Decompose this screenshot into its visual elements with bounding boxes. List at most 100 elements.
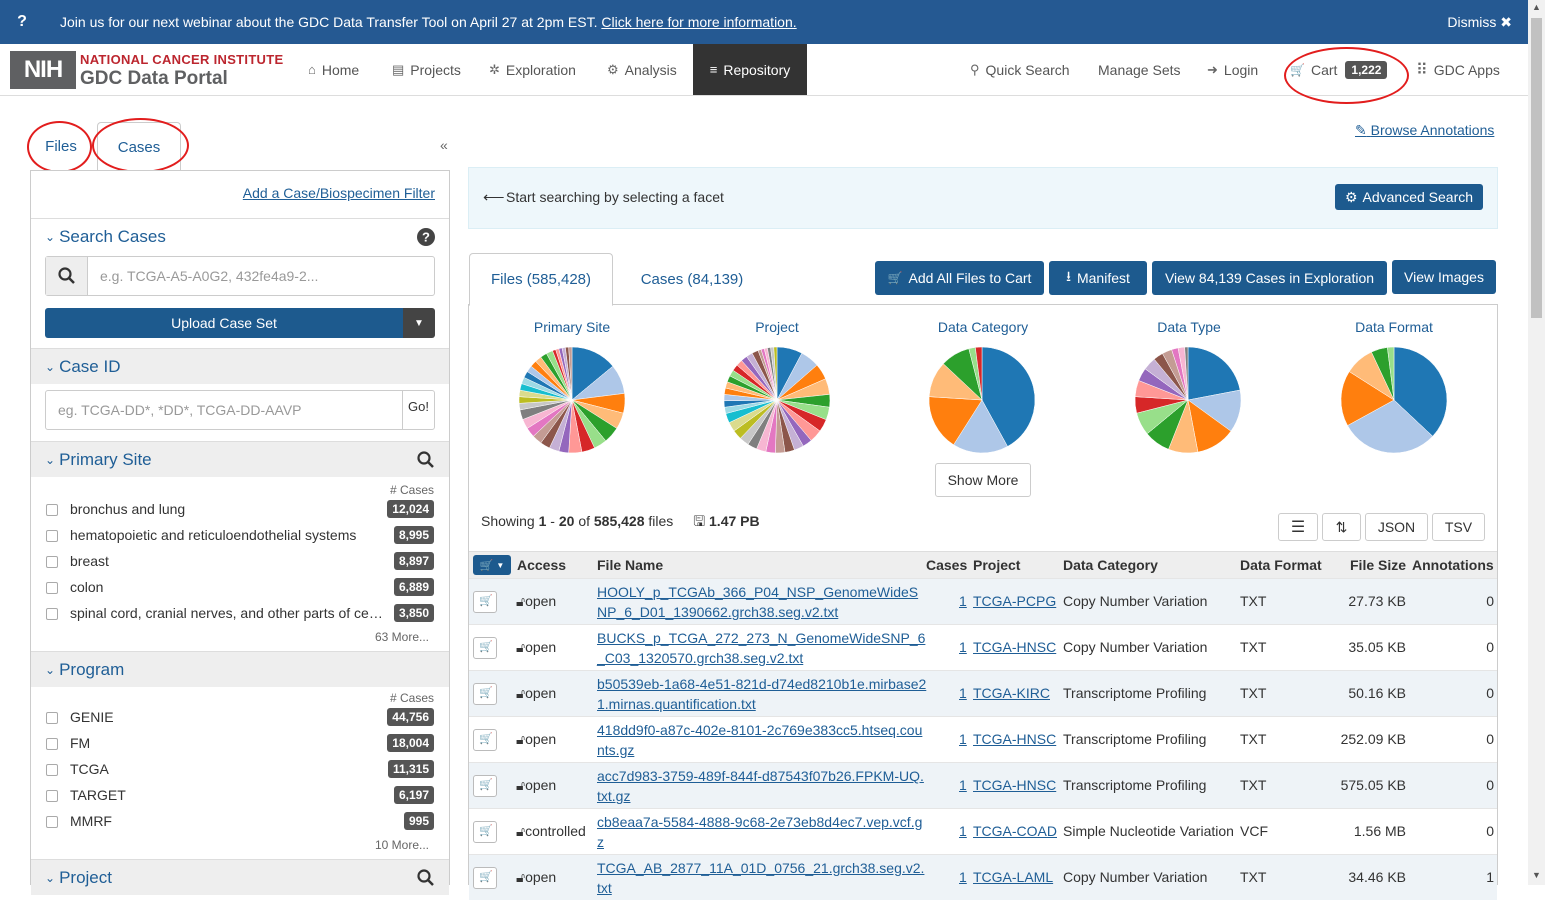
search-icon[interactable] — [417, 869, 435, 887]
advanced-search-button[interactable]: ⚙ Advanced Search — [1335, 184, 1483, 210]
program-header[interactable]: ⌄ Program — [31, 651, 449, 687]
view-images-button[interactable]: View Images — [1392, 260, 1496, 294]
facet-label[interactable]: TARGET — [70, 787, 126, 803]
column-cases[interactable]: Cases — [926, 557, 967, 573]
tsv-export-button[interactable]: TSV — [1432, 513, 1485, 541]
project-header[interactable]: ⌄ Project — [31, 859, 449, 895]
browse-annotations-link[interactable]: ✎ Browse Annotations — [1355, 122, 1494, 139]
cases-count-link[interactable]: 1 — [959, 777, 967, 793]
facet-checkbox[interactable] — [46, 712, 58, 724]
facet-checkbox[interactable] — [46, 816, 58, 828]
nav-exploration[interactable]: ✲ Exploration — [489, 44, 576, 95]
cases-count-link[interactable]: 1 — [959, 869, 967, 885]
facet-label[interactable]: spinal cord, cranial nerves, and other p… — [70, 605, 383, 621]
facet-label[interactable]: FM — [70, 735, 90, 751]
upload-dropdown-toggle[interactable]: ▼ — [403, 308, 435, 338]
file-name-link[interactable]: acc7d983-3759-489f-844f-d87543f07b26.FPK… — [597, 766, 927, 806]
project-link[interactable]: TCGA-HNSC — [973, 639, 1056, 655]
scroll-up-icon[interactable]: ▲ — [1532, 2, 1541, 12]
quick-search-link[interactable]: ⚲ Quick Search — [970, 44, 1070, 95]
file-name-link[interactable]: 418dd9f0-a87c-402e-8101-2c769e383cc5.hts… — [597, 720, 927, 760]
columns-toggle-button[interactable]: ☰ — [1278, 513, 1318, 541]
facet-checkbox[interactable] — [46, 530, 58, 542]
add-to-cart-button[interactable]: 🛒 — [473, 867, 497, 889]
banner-link[interactable]: Click here for more information. — [601, 14, 796, 30]
facet-label[interactable]: MMRF — [70, 813, 112, 829]
pie-charts[interactable] — [469, 340, 1497, 460]
facet-checkbox[interactable] — [46, 582, 58, 594]
scroll-down-icon[interactable]: ▼ — [1532, 870, 1541, 880]
search-icon[interactable] — [417, 451, 435, 469]
scrollbar-thumb[interactable] — [1531, 18, 1542, 318]
project-link[interactable]: TCGA-COAD — [973, 823, 1057, 839]
case-id-input[interactable]: eg. TCGA-DD*, *DD*, TCGA-DD-AAVP — [45, 390, 403, 430]
file-name-link[interactable]: BUCKS_p_TCGA_272_273_N_GenomeWideSNP_6_C… — [597, 628, 927, 668]
gdc-apps-link[interactable]: ⠿ GDC Apps — [1416, 44, 1500, 95]
file-name-link[interactable]: TCGA_AB_2877_11A_01D_0756_21.grch38.seg.… — [597, 858, 927, 898]
add-all-files-button[interactable]: 🛒 Add All Files to Cart — [875, 261, 1044, 295]
column-file-size[interactable]: File Size — [1350, 557, 1406, 573]
file-name-link[interactable]: HOOLY_p_TCGAb_366_P04_NSP_GenomeWideSNP_… — [597, 582, 927, 622]
facet-label[interactable]: GENIE — [70, 709, 114, 725]
go-button[interactable]: Go! — [402, 390, 435, 430]
facet-checkbox[interactable] — [46, 764, 58, 776]
nih-logo[interactable]: NIH — [10, 51, 76, 89]
facet-label[interactable]: bronchus and lung — [70, 501, 185, 517]
facet-checkbox[interactable] — [46, 608, 58, 620]
facet-label[interactable]: breast — [70, 553, 109, 569]
manifest-button[interactable]: ⭳ Manifest — [1049, 261, 1147, 295]
project-link[interactable]: TCGA-HNSC — [973, 777, 1056, 793]
dismiss-button[interactable]: Dismiss ✖ — [1447, 14, 1512, 31]
add-to-cart-button[interactable]: 🛒 — [473, 821, 497, 843]
sort-button[interactable]: ⇅ — [1322, 513, 1361, 541]
program-more-link[interactable]: 10 More... — [375, 838, 429, 852]
facet-checkbox[interactable] — [46, 738, 58, 750]
file-name-link[interactable]: cb8eaa7a-5584-4888-9c68-2e73eb8d4ec7.vep… — [597, 812, 927, 852]
column-data-format[interactable]: Data Format — [1240, 557, 1322, 573]
view-cases-exploration-button[interactable]: View 84,139 Cases in Exploration — [1152, 261, 1387, 295]
cases-count-link[interactable]: 1 — [959, 593, 967, 609]
add-to-cart-button[interactable]: 🛒 — [473, 683, 497, 705]
facet-checkbox[interactable] — [46, 504, 58, 516]
nav-repository[interactable]: ≡ Repository — [693, 44, 807, 95]
project-link[interactable]: TCGA-PCPG — [973, 593, 1056, 609]
column-annotations[interactable]: Annotations — [1412, 557, 1494, 573]
facet-label[interactable]: colon — [70, 579, 103, 595]
cart-select-dropdown[interactable]: 🛒 ▼ — [473, 555, 511, 575]
column-project[interactable]: Project — [973, 557, 1020, 573]
collapse-sidebar-icon[interactable]: « — [440, 137, 448, 153]
cases-count-link[interactable]: 1 — [959, 685, 967, 701]
search-cases-input[interactable]: e.g. TCGA-A5-A0G2, 432fe4a9-2... — [45, 256, 435, 296]
tab-results-cases[interactable]: Cases (84,139) — [620, 253, 764, 306]
nav-home[interactable]: ⌂ Home — [308, 44, 359, 95]
cases-count-link[interactable]: 1 — [959, 823, 967, 839]
project-link[interactable]: TCGA-KIRC — [973, 685, 1050, 701]
add-to-cart-button[interactable]: 🛒 — [473, 591, 497, 613]
add-filter-link[interactable]: Add a Case/Biospecimen Filter — [243, 185, 435, 201]
question-circle-icon[interactable]: ? — [417, 228, 435, 246]
facet-label[interactable]: hematopoietic and reticuloendothelial sy… — [70, 527, 356, 543]
primary-site-more-link[interactable]: 63 More... — [375, 630, 429, 644]
nav-analysis[interactable]: ⚙ Analysis — [607, 44, 677, 95]
tab-results-files[interactable]: Files (585,428) — [469, 253, 613, 306]
login-link[interactable]: ➜ Login — [1207, 44, 1258, 95]
page-scrollbar[interactable]: ▲ ▼ — [1528, 0, 1545, 885]
gdc-logo-text[interactable]: NATIONAL CANCER INSTITUTE GDC Data Porta… — [80, 52, 283, 90]
column-file-name[interactable]: File Name — [597, 557, 663, 573]
json-export-button[interactable]: JSON — [1365, 513, 1428, 541]
facet-checkbox[interactable] — [46, 556, 58, 568]
upload-case-set-button[interactable]: Upload Case Set — [45, 308, 403, 338]
nav-projects[interactable]: ▤ Projects — [392, 44, 461, 95]
file-name-link[interactable]: b50539eb-1a68-4e51-821d-d74ed8210b1e.mir… — [597, 674, 927, 714]
cases-count-link[interactable]: 1 — [959, 639, 967, 655]
cases-count-link[interactable]: 1 — [959, 731, 967, 747]
project-link[interactable]: TCGA-HNSC — [973, 731, 1056, 747]
manage-sets-link[interactable]: Manage Sets — [1098, 44, 1181, 95]
primary-site-header[interactable]: ⌄ Primary Site — [31, 441, 449, 477]
column-data-category[interactable]: Data Category — [1063, 557, 1158, 573]
add-to-cart-button[interactable]: 🛒 — [473, 775, 497, 797]
show-more-button[interactable]: Show More — [935, 463, 1031, 497]
facet-label[interactable]: TCGA — [70, 761, 109, 777]
add-to-cart-button[interactable]: 🛒 — [473, 637, 497, 659]
project-link[interactable]: TCGA-LAML — [973, 869, 1053, 885]
